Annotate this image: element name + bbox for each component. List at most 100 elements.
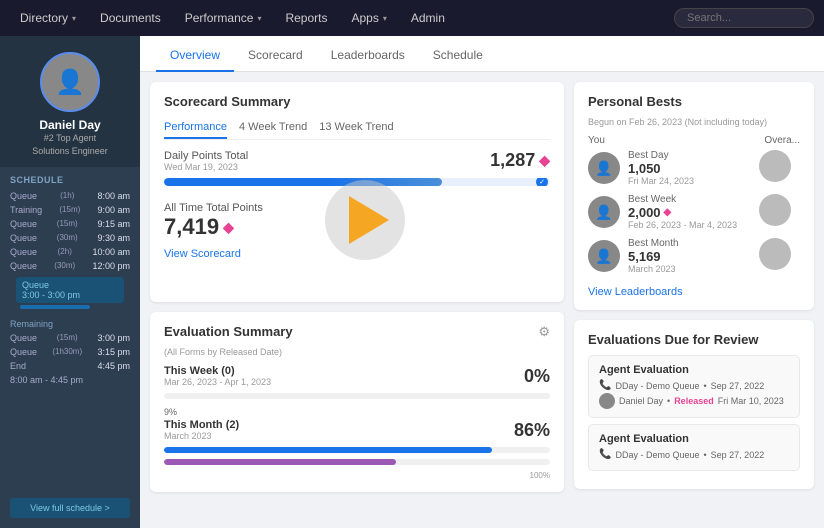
eval-due-item-1-title: Agent Evaluation	[599, 364, 789, 376]
chevron-down-icon: ▾	[383, 14, 387, 23]
sc-tab-4week[interactable]: 4 Week Trend	[239, 117, 307, 139]
nav-reports[interactable]: Reports	[275, 7, 337, 29]
nav-performance-label: Performance	[185, 11, 254, 25]
remaining-label: Remaining	[0, 315, 140, 331]
personal-bests-subtitle: Begun on Feb 26, 2023 (Not including tod…	[588, 117, 800, 127]
pb-best-month-value: 5,169	[628, 249, 742, 264]
nav-apps-label: Apps	[351, 11, 378, 25]
daily-points-date: Wed Mar 19, 2023	[164, 162, 248, 172]
diamond-icon: ◆	[664, 207, 672, 218]
evaluation-summary-card: Evaluation Summary (All Forms by Release…	[150, 312, 564, 492]
view-leaderboards-link[interactable]: View Leaderboards	[588, 286, 683, 298]
eval-week-date: Mar 26, 2023 - Apr 1, 2023	[164, 377, 271, 387]
pb-best-day-info: Best Day 1,050 Fri Mar 24, 2023	[628, 150, 742, 186]
nav-admin[interactable]: Admin	[401, 7, 455, 29]
phone-icon: 📞	[599, 380, 611, 391]
sc-tab-13week[interactable]: 13 Week Trend	[319, 117, 393, 139]
nav-admin-label: Admin	[411, 11, 445, 25]
progress-check-icon: ✓	[536, 178, 548, 186]
pb-overall-col	[750, 194, 800, 230]
tab-scorecard[interactable]: Scorecard	[234, 40, 317, 72]
chevron-down-icon: ▾	[257, 14, 261, 23]
view-scorecard-link[interactable]: View Scorecard	[164, 248, 241, 260]
pb-avatar: 👤	[588, 196, 620, 228]
eval-week-row: This Week (0) Mar 26, 2023 - Apr 1, 2023…	[164, 365, 550, 387]
eval-due-item-2-queue: 📞 DDay - Demo Queue • Sep 27, 2022	[599, 449, 789, 460]
eval-title: Evaluation Summary	[164, 324, 293, 339]
schedule-item-remaining: End 4:45 pm	[0, 359, 140, 373]
daily-points-value: 1,287 ◆	[490, 150, 550, 171]
eval-bars-stack: 100%	[164, 447, 550, 480]
main-content: Overview Scorecard Leaderboards Schedule…	[140, 36, 824, 528]
eval-week-label: This Week (0)	[164, 365, 271, 377]
sc-tab-performance[interactable]: Performance	[164, 117, 227, 139]
pb-best-week-info: Best Week 2,000 ◆ Feb 26, 2023 - Mar 4, …	[628, 194, 742, 230]
nav-apps[interactable]: Apps ▾	[341, 7, 396, 29]
schedule-item: Queue (30m) 9:30 am	[0, 231, 140, 245]
eval-month-date: March 2023	[164, 431, 239, 441]
pb-best-month-date: March 2023	[628, 264, 742, 274]
sidebar-profile: 👤 Daniel Day #2 Top Agent Solutions Engi…	[0, 36, 140, 167]
chevron-down-icon: ▾	[72, 14, 76, 23]
phone-icon: 📞	[599, 449, 611, 460]
agent-name: Daniel Day	[39, 118, 100, 132]
schedule-item: Queue (30m) 12:00 pm	[0, 259, 140, 273]
eval-month-pct: 86%	[514, 420, 550, 441]
overall-avatar	[759, 194, 791, 226]
nav-documents-label: Documents	[100, 11, 161, 25]
nav-directory-label: Directory	[20, 11, 68, 25]
top-nav: Directory ▾ Documents Performance ▾ Repo…	[0, 0, 824, 36]
evaluations-due-title: Evaluations Due for Review	[588, 332, 800, 347]
pb-overall-col	[750, 238, 800, 274]
right-column: Personal Bests Begun on Feb 26, 2023 (No…	[574, 82, 814, 518]
nav-reports-label: Reports	[285, 11, 327, 25]
overall-avatar	[759, 238, 791, 270]
personal-bests-title: Personal Bests	[588, 94, 800, 109]
eval-due-item-1-queue: 📞 DDay - Demo Queue • Sep 27, 2022	[599, 380, 789, 391]
eval-month-row: This Month (2) March 2023 86%	[164, 419, 550, 441]
eval-due-item-1-agent: Daniel Day • Released Fri Mar 10, 2023	[599, 393, 789, 409]
released-badge: Released	[674, 396, 714, 406]
eval-bar-row-1	[164, 447, 550, 453]
play-button[interactable]	[325, 180, 405, 260]
search-input[interactable]	[674, 8, 814, 28]
overall-label: Overa...	[764, 135, 800, 146]
eval-bar-fill-1	[164, 447, 492, 453]
eval-100-label: 100%	[164, 471, 550, 480]
pb-best-day-value: 1,050	[628, 161, 742, 176]
gear-icon[interactable]: ⚙	[538, 324, 550, 340]
current-block: Queue 3:00 - 3:00 pm	[10, 277, 130, 311]
tab-overview[interactable]: Overview	[156, 40, 234, 72]
eval-month-pct-label: 9%	[164, 407, 550, 417]
eval-week-pct: 0%	[524, 366, 550, 387]
schedule-item-remaining: Queue (15m) 3:00 pm	[0, 331, 140, 345]
nav-documents[interactable]: Documents	[90, 7, 171, 29]
play-triangle-icon	[349, 196, 389, 244]
schedule-window: 8:00 am - 4:45 pm	[0, 373, 140, 387]
tab-schedule[interactable]: Schedule	[419, 40, 497, 72]
pb-best-week: 👤 Best Week 2,000 ◆ Feb 26, 2023 - Mar 4…	[588, 194, 800, 230]
pb-best-month-type: Best Month	[628, 238, 742, 249]
nav-performance[interactable]: Performance ▾	[175, 7, 272, 29]
personal-bests-card: Personal Bests Begun on Feb 26, 2023 (No…	[574, 82, 814, 310]
schedule-item: Queue (2h) 10:00 am	[0, 245, 140, 259]
schedule-progress-bar	[20, 305, 90, 309]
nav-directory[interactable]: Directory ▾	[10, 7, 86, 29]
pb-best-day: 👤 Best Day 1,050 Fri Mar 24, 2023	[588, 150, 800, 186]
pb-best-week-date: Feb 26, 2023 - Mar 4, 2023	[628, 220, 742, 230]
view-full-schedule-button[interactable]: View full schedule >	[10, 498, 130, 518]
scorecard-body: Daily Points Total Wed Mar 19, 2023 1,28…	[164, 150, 550, 290]
tab-leaderboards[interactable]: Leaderboards	[317, 40, 419, 72]
agent-badge: #2 Top Agent Solutions Engineer	[32, 132, 108, 157]
pb-best-month: 👤 Best Month 5,169 March 2023	[588, 238, 800, 274]
daily-points-label: Daily Points Total	[164, 150, 248, 162]
agent-avatar	[599, 393, 615, 409]
eval-bar-fill-2	[164, 459, 396, 465]
eval-due-item-1: Agent Evaluation 📞 DDay - Demo Queue • S…	[588, 355, 800, 418]
pb-best-week-type: Best Week	[628, 194, 742, 205]
content-tabs: Overview Scorecard Leaderboards Schedule	[140, 36, 824, 72]
eval-subtitle: (All Forms by Released Date)	[164, 347, 293, 357]
schedule-item: Training (15m) 9:00 am	[0, 203, 140, 217]
pb-avatar: 👤	[588, 152, 620, 184]
scorecard-title: Scorecard Summary	[164, 94, 550, 109]
